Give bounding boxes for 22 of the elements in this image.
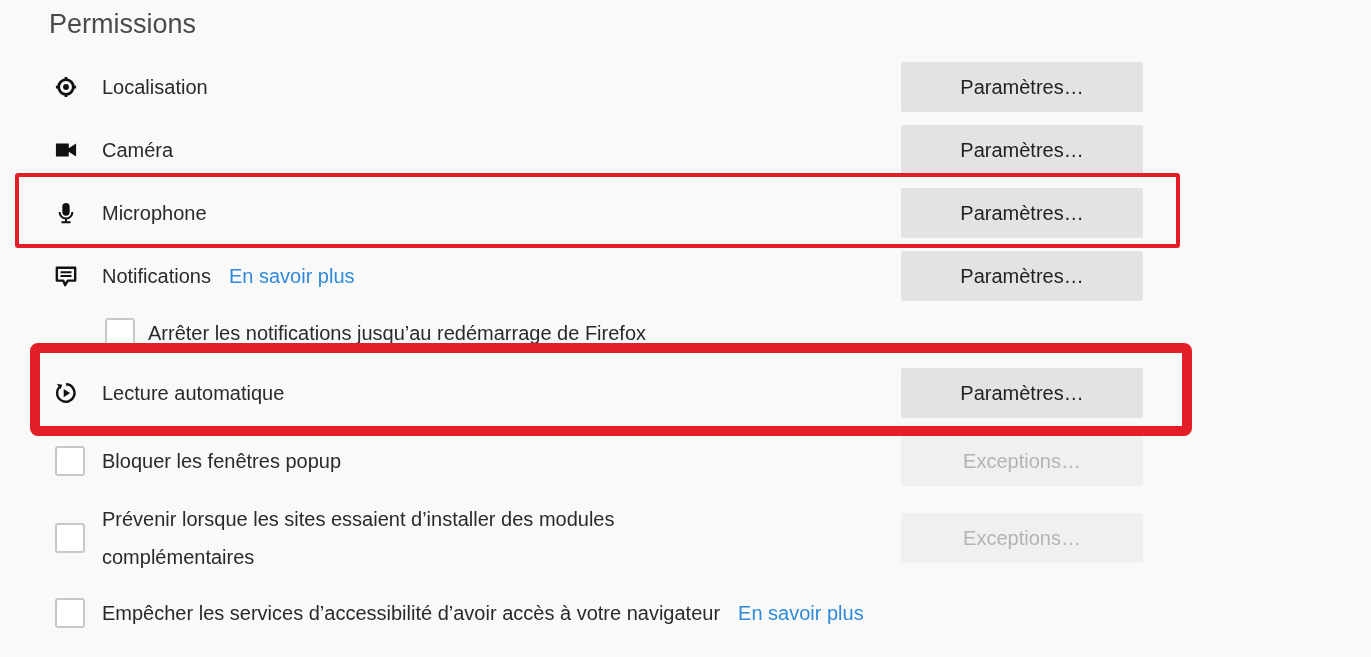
permission-label: Bloquer les fenêtres popup bbox=[102, 449, 342, 474]
location-target-icon bbox=[55, 75, 77, 98]
permission-label: Caméra bbox=[102, 137, 174, 163]
checkbox[interactable] bbox=[55, 523, 85, 553]
checkbox[interactable] bbox=[55, 598, 85, 628]
autoplay-icon bbox=[55, 382, 77, 404]
settings-button[interactable]: Paramètres… bbox=[901, 250, 1143, 301]
settings-button[interactable]: Paramètres… bbox=[901, 368, 1143, 418]
settings-button[interactable]: Paramètres… bbox=[901, 61, 1143, 112]
learn-more-link[interactable]: En savoir plus bbox=[228, 260, 355, 291]
settings-button[interactable]: Paramètres… bbox=[901, 124, 1143, 175]
permission-label: Prévenir lorsque les sites essaient d’installer des modules complémentaires bbox=[102, 507, 616, 570]
permission-label: Lecture automatique bbox=[102, 381, 285, 406]
permission-label: Localisation bbox=[102, 74, 208, 100]
permission-label: Notifications bbox=[102, 263, 211, 289]
permission-label: Microphone bbox=[102, 200, 207, 226]
checkbox[interactable] bbox=[55, 446, 85, 476]
permission-label: Arrêter les notifications jusqu’au redémarrage de Firefox bbox=[148, 321, 647, 346]
section-title: Permissions bbox=[49, 8, 197, 41]
settings-button[interactable]: Paramètres… bbox=[901, 187, 1143, 238]
speech-bubble-icon bbox=[55, 264, 77, 287]
permission-label: Empêcher les services d’accessibilité d’avoir accès à votre navigateur bbox=[102, 601, 721, 626]
